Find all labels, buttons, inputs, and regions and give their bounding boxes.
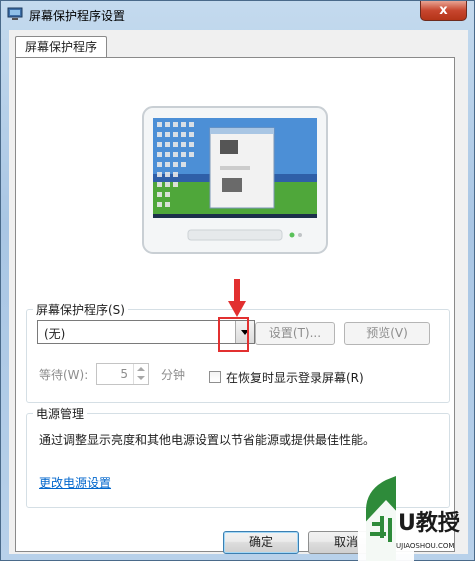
resume-login-label[interactable]: 在恢复时显示登录屏幕(R) (226, 369, 364, 386)
stepper-buttons[interactable] (133, 364, 148, 384)
red-arrow-down-icon (228, 279, 246, 317)
monitor-preview-image (142, 106, 328, 254)
screensaver-selected-value: (无) (44, 327, 66, 341)
minutes-label: 分钟 (161, 368, 186, 382)
watermark-url: UJIAOSHOU.COM (396, 542, 454, 550)
power-description: 通过调整显示亮度和其他电源设置以节省能源或提供最佳性能。 (39, 433, 376, 447)
power-group-label: 电源管理 (33, 405, 88, 422)
title-bar[interactable]: 屏幕保护程序设置 x (1, 1, 474, 27)
change-power-settings-link[interactable]: 更改电源设置 (39, 474, 111, 491)
close-button[interactable]: x (420, 1, 467, 21)
resume-login-checkbox[interactable] (209, 371, 221, 383)
ok-button[interactable]: 确定 (223, 531, 299, 554)
wait-label: 等待(W): (39, 368, 89, 382)
window-title: 屏幕保护程序设置 (29, 9, 126, 23)
settings-button[interactable]: 设置(T)... (255, 322, 335, 345)
watermark-logo: U教授 UJIAOSHOU.COM (358, 476, 461, 561)
watermark-text: U教授 (398, 510, 461, 536)
screensaver-group-label: 屏幕保护程序(S) (33, 301, 128, 318)
preview-button[interactable]: 预览(V) (344, 322, 430, 345)
wait-minutes-stepper[interactable]: 5 (96, 363, 149, 385)
highlight-box (218, 317, 249, 352)
stepper-down-icon[interactable] (137, 376, 145, 380)
display-settings-icon (7, 7, 23, 20)
wait-minutes-value: 5 (120, 367, 128, 381)
stepper-up-icon[interactable] (137, 367, 145, 371)
tab-screensaver[interactable]: 屏幕保护程序 (15, 36, 108, 59)
